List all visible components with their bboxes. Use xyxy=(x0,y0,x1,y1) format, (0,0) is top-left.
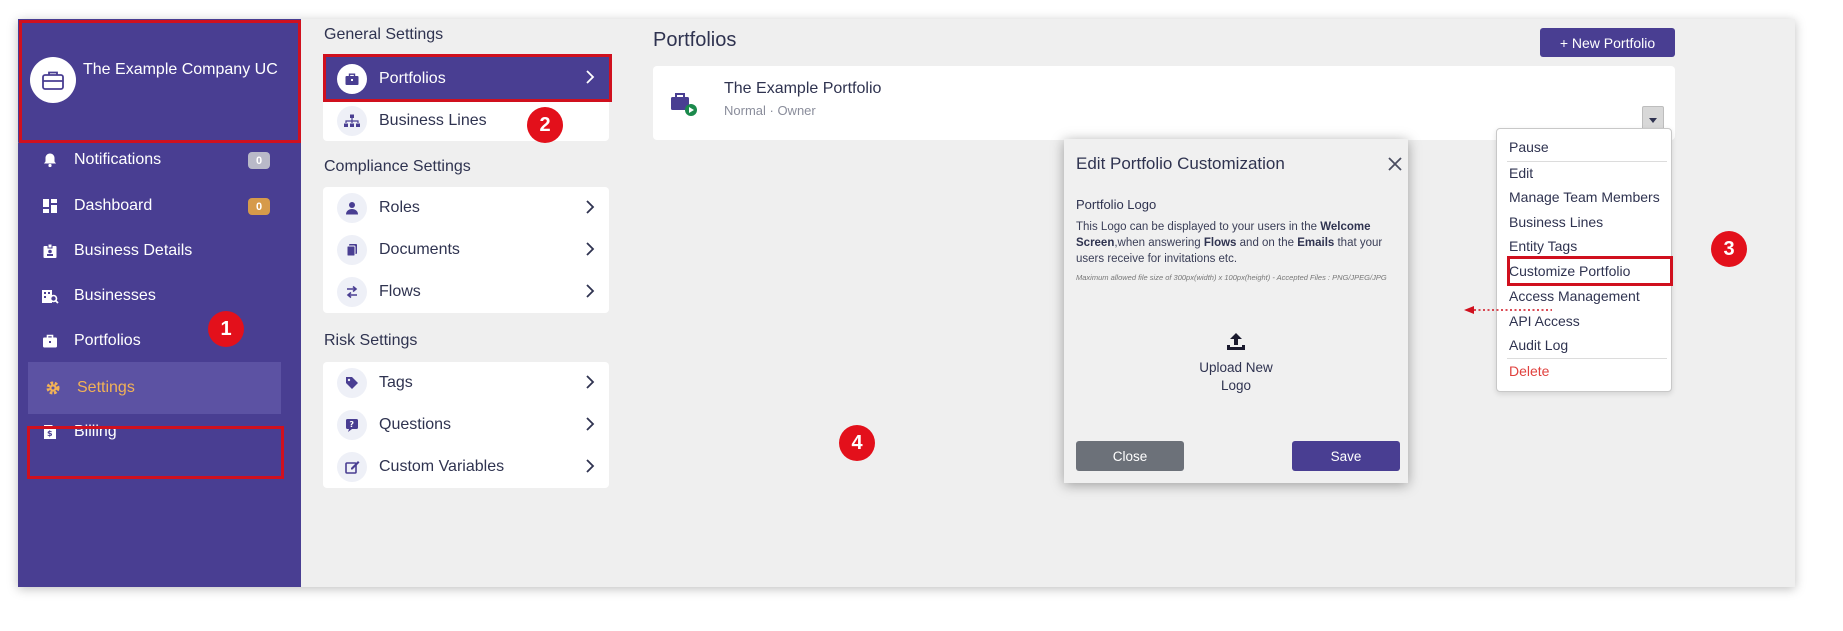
risk-settings-card: Tags ? Questions Custom Variables xyxy=(323,362,609,488)
user-icon xyxy=(337,193,367,223)
annotation-callout-4: 4 xyxy=(839,425,875,461)
annotation-highlight-company xyxy=(19,20,301,143)
portfolio-name: The Example Portfolio xyxy=(724,80,882,97)
menu-item-manage-team-members[interactable]: Manage Team Members xyxy=(1509,189,1660,205)
question-icon: ? xyxy=(337,410,367,440)
chevron-right-icon xyxy=(585,284,595,303)
chevron-right-icon xyxy=(585,375,595,394)
sidebar-item-label: Settings xyxy=(77,379,135,396)
sidebar-item-label: Businesses xyxy=(74,287,156,304)
bell-icon xyxy=(40,150,60,170)
sidebar-item-portfolios[interactable]: Portfolios xyxy=(18,317,301,365)
svg-text:?: ? xyxy=(349,420,354,429)
settings-item-custom-variables[interactable]: Custom Variables xyxy=(323,446,609,488)
compliance-settings-card: Roles Documents Flows xyxy=(323,187,609,313)
upload-icon xyxy=(1225,331,1247,353)
settings-item-roles[interactable]: Roles xyxy=(323,187,609,229)
hierarchy-icon xyxy=(337,106,367,136)
sidebar-item-businesses[interactable]: Businesses xyxy=(18,272,301,320)
sidebar-item-label: Dashboard xyxy=(74,197,153,214)
chevron-right-icon xyxy=(585,242,595,261)
briefcase-icon xyxy=(40,331,60,351)
sidebar-item-label: Portfolios xyxy=(74,332,141,349)
menu-item-delete[interactable]: Delete xyxy=(1509,363,1549,379)
portfolio-icon xyxy=(669,88,699,118)
chevron-right-icon xyxy=(585,459,595,478)
general-settings-title: General Settings xyxy=(324,26,444,43)
gear-icon xyxy=(43,378,63,398)
sidebar-item-business-details[interactable]: Business Details xyxy=(18,227,301,275)
sidebar-item-settings[interactable]: Settings xyxy=(28,362,281,414)
id-badge-icon xyxy=(40,241,60,261)
menu-divider xyxy=(1507,358,1667,359)
settings-item-business-lines[interactable]: Business Lines xyxy=(323,100,609,142)
settings-item-label: Documents xyxy=(379,241,460,258)
close-icon[interactable] xyxy=(1387,156,1403,172)
menu-item-access-management[interactable]: Access Management xyxy=(1509,288,1640,304)
menu-item-edit[interactable]: Edit xyxy=(1509,165,1533,181)
sidebar-item-dashboard[interactable]: Dashboard 0 xyxy=(18,182,301,230)
annotation-callout-1: 1 xyxy=(208,311,244,347)
sidebar-item-label: Notifications xyxy=(74,151,162,168)
sidebar: The Example Company UC Notifications 0 D… xyxy=(18,19,301,587)
upload-new-logo-label: Upload New Logo xyxy=(1199,360,1273,393)
edit-icon xyxy=(337,452,367,482)
annotation-highlight-customize-portfolio xyxy=(1507,256,1673,286)
menu-item-api-access[interactable]: API Access xyxy=(1509,313,1580,329)
edit-portfolio-customization-modal: Edit Portfolio Customization Portfolio L… xyxy=(1064,139,1408,483)
file-size-note: Maximum allowed file size of 300px(width… xyxy=(1076,273,1387,282)
portfolio-logo-label: Portfolio Logo xyxy=(1076,197,1157,212)
sidebar-item-notifications[interactable]: Notifications 0 xyxy=(18,136,301,184)
page-title: Portfolios xyxy=(653,29,737,51)
compliance-settings-title: Compliance Settings xyxy=(324,158,471,175)
upload-logo-dropzone[interactable]: Upload New Logo xyxy=(1076,319,1396,419)
settings-item-label: Business Lines xyxy=(379,112,487,129)
save-button[interactable]: Save xyxy=(1292,441,1400,471)
chevron-right-icon xyxy=(585,200,595,219)
settings-item-questions[interactable]: ? Questions xyxy=(323,404,609,446)
settings-item-label: Flows xyxy=(379,283,421,300)
sidebar-item-label: Business Details xyxy=(74,242,193,259)
caret-down-icon xyxy=(1649,110,1657,128)
settings-item-flows[interactable]: Flows xyxy=(323,271,609,313)
app-window: The Example Company UC Notifications 0 D… xyxy=(18,19,1795,587)
menu-item-entity-tags[interactable]: Entity Tags xyxy=(1509,238,1577,254)
portfolio-logo-description: This Logo can be displayed to your users… xyxy=(1076,221,1383,265)
annotation-arrow xyxy=(1464,306,1552,314)
dashboard-count-badge: 0 xyxy=(248,198,270,215)
menu-item-business-lines[interactable]: Business Lines xyxy=(1509,214,1603,230)
annotation-highlight-portfolios xyxy=(323,54,612,102)
portfolio-subtitle: Normal · Owner xyxy=(724,103,816,118)
notifications-count-badge: 0 xyxy=(248,152,270,169)
settings-item-label: Questions xyxy=(379,416,452,433)
menu-divider xyxy=(1507,161,1667,162)
chevron-right-icon xyxy=(585,417,595,436)
business-search-icon xyxy=(40,286,60,306)
settings-item-label: Custom Variables xyxy=(379,458,505,475)
annotation-callout-2: 2 xyxy=(527,107,563,143)
annotation-callout-3: 3 xyxy=(1711,231,1747,267)
modal-title: Edit Portfolio Customization xyxy=(1076,154,1285,173)
close-button[interactable]: Close xyxy=(1076,441,1184,471)
dashboard-icon xyxy=(40,196,60,216)
annotation-highlight-settings xyxy=(27,426,284,479)
settings-item-tags[interactable]: Tags xyxy=(323,362,609,404)
settings-item-label: Roles xyxy=(379,199,420,216)
documents-icon xyxy=(337,235,367,265)
settings-item-label: Tags xyxy=(379,374,413,391)
tag-icon xyxy=(337,368,367,398)
new-portfolio-button[interactable]: + New Portfolio xyxy=(1540,28,1675,57)
menu-item-pause[interactable]: Pause xyxy=(1509,139,1549,155)
risk-settings-title: Risk Settings xyxy=(324,332,418,349)
settings-item-documents[interactable]: Documents xyxy=(323,229,609,271)
menu-item-audit-log[interactable]: Audit Log xyxy=(1509,337,1568,353)
flows-icon xyxy=(337,277,367,307)
